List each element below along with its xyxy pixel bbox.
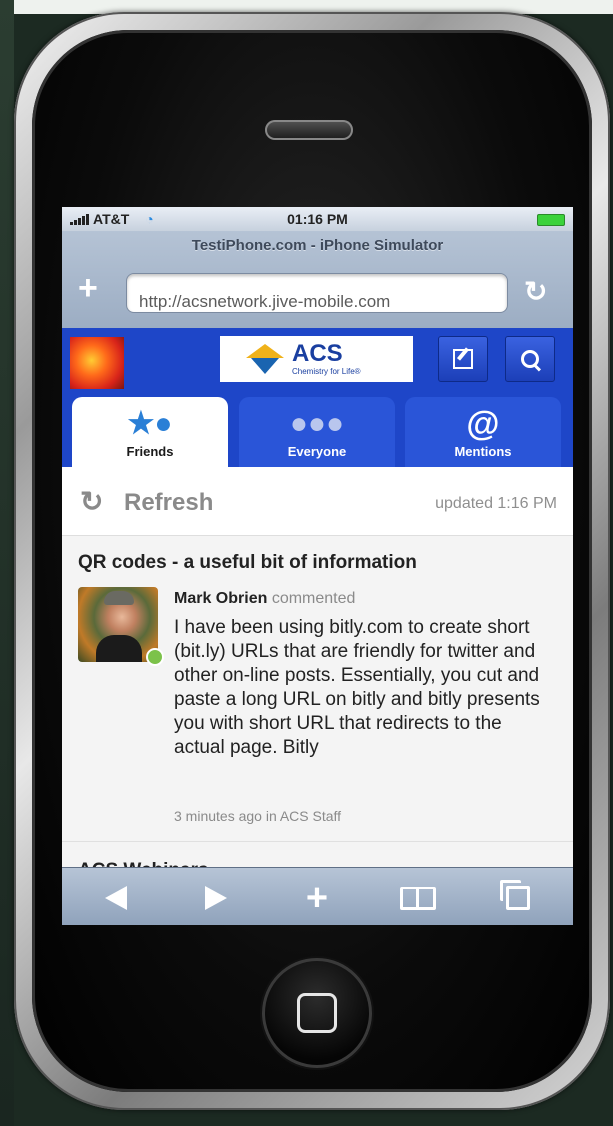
activity-item[interactable]: QR codes - a useful bit of information M… [62, 536, 573, 841]
site-header: ACS Chemistry for Life® ★● Friends ●●● E… [62, 328, 573, 467]
post-author[interactable]: Mark Obrien [174, 590, 267, 607]
post-meta: 3 minutes ago in ACS Staff [174, 808, 342, 824]
back-button[interactable] [96, 878, 136, 918]
activity-tabs: ★● Friends ●●● Everyone @ Mentions [62, 397, 573, 467]
pages-icon [500, 880, 530, 910]
status-time: 01:16 PM [287, 211, 348, 227]
earpiece-speaker [265, 120, 353, 140]
search-button[interactable] [505, 336, 555, 382]
tab-label-mentions: Mentions [454, 444, 512, 459]
post-body: I have been using bitly.com to create sh… [174, 617, 540, 758]
book-icon [400, 886, 436, 910]
author-avatar[interactable] [78, 587, 158, 662]
forward-button[interactable] [196, 878, 236, 918]
url-field[interactable]: http://acsnetwork.jive-mobile.com [126, 273, 508, 313]
battery-icon [537, 214, 565, 226]
refresh-button[interactable]: Refresh [124, 489, 213, 517]
search-icon [521, 350, 539, 368]
add-button[interactable]: + [297, 878, 337, 918]
phone-screen: AT&T ◔ 01:16 PM TestiPhone.com - iPhone … [62, 207, 573, 925]
post-byline: Mark Obrien commented [174, 590, 355, 608]
acs-logo[interactable]: ACS Chemistry for Life® [220, 336, 413, 382]
acs-logo-icon [246, 344, 284, 374]
user-avatar[interactable] [70, 337, 124, 389]
home-button[interactable] [262, 958, 372, 1068]
tab-label-friends: Friends [126, 444, 174, 459]
tab-friends[interactable]: ★● Friends [72, 397, 228, 467]
tab-label-everyone: Everyone [287, 444, 347, 459]
status-badge [146, 648, 164, 666]
post-action: commented [271, 590, 356, 607]
bookmarks-button[interactable] [398, 878, 438, 918]
everyone-icon: ●●● [289, 407, 345, 440]
post-title[interactable]: QR codes - a useful bit of information [78, 552, 417, 574]
logo-tagline: Chemistry for Life® [292, 367, 361, 376]
status-bar: AT&T ◔ 01:16 PM [62, 207, 573, 231]
reload-icon[interactable]: ↻ [524, 275, 547, 308]
logo-title: ACS [292, 340, 343, 367]
forward-arrow-icon [205, 886, 227, 910]
refresh-row: ↻ Refresh updated 1:16 PM [62, 467, 573, 536]
browser-toolbar: + [62, 867, 573, 925]
updated-timestamp: updated 1:16 PM [435, 495, 557, 512]
page-title: TestiPhone.com - iPhone Simulator [191, 237, 444, 254]
tab-mentions[interactable]: @ Mentions [405, 397, 561, 467]
add-bookmark-icon[interactable]: + [78, 271, 98, 305]
browser-chrome: TestiPhone.com - iPhone Simulator + http… [62, 231, 573, 329]
plus-icon: + [305, 877, 329, 919]
back-arrow-icon [105, 886, 127, 910]
pages-button[interactable] [498, 878, 538, 918]
edit-icon [453, 349, 473, 369]
home-square-icon [297, 993, 337, 1033]
refresh-icon[interactable]: ↻ [80, 485, 103, 518]
compose-button[interactable] [438, 336, 488, 382]
tab-everyone[interactable]: ●●● Everyone [239, 397, 395, 467]
mentions-icon: @ [466, 405, 500, 443]
backdrop-left [0, 0, 14, 1126]
friends-icon: ★● [127, 407, 173, 440]
